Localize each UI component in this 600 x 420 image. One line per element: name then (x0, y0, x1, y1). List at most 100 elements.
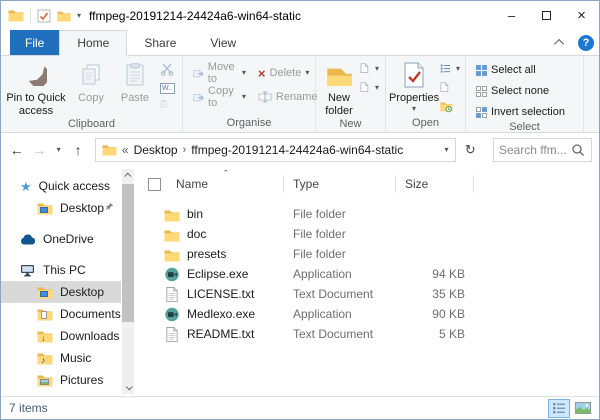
qat-customize-dropdown-icon[interactable]: ▾ (77, 11, 81, 20)
music-folder-icon: ♪ (37, 352, 53, 365)
scroll-up-icon[interactable] (122, 169, 134, 182)
tab-file[interactable]: File (10, 30, 60, 55)
tab-share[interactable]: Share (127, 30, 193, 55)
file-row-eclipse-exe[interactable]: Eclipse.exe Application 94 KB (134, 264, 599, 284)
copy-to-button[interactable]: Copy to ▾ (193, 85, 246, 109)
select-all-button[interactable]: Select all (476, 62, 565, 78)
properties-icon (403, 62, 425, 88)
ribbon-group-clipboard: Pin to Quick access Copy Paste W.. Clipb… (1, 56, 183, 132)
sidebar-item-desktop[interactable]: Desktop (1, 281, 121, 303)
delete-button[interactable]: × Delete ▾ (258, 65, 318, 81)
column-header-size[interactable]: Size (396, 175, 474, 193)
details-view-icon (552, 402, 566, 414)
sidebar-scrollbar[interactable] (122, 169, 134, 394)
address-bar-row: ← → ▾ ↑ « Desktop › ffmpeg-20191214-2442… (1, 133, 599, 166)
new-item-button[interactable]: ▾ (360, 61, 379, 77)
copy-button[interactable]: Copy (69, 56, 113, 105)
ribbon-group-select: Select all Select none Invert selection … (466, 56, 584, 133)
copy-icon (81, 64, 101, 86)
open-button[interactable]: ▾ (440, 61, 460, 77)
item-count: 7 items (9, 401, 48, 415)
tab-home[interactable]: Home (59, 30, 128, 56)
sidebar-item-documents[interactable]: Documents (1, 303, 121, 325)
help-button[interactable]: ? (573, 30, 599, 55)
address-history-dropdown-icon[interactable]: ▾ (444, 145, 448, 154)
scroll-down-icon[interactable] (122, 381, 134, 394)
sidebar-item-downloads[interactable]: ↓ Downloads (1, 325, 121, 347)
sidebar-item-pictures[interactable]: Pictures (1, 369, 121, 391)
qat-properties-icon[interactable] (37, 9, 51, 23)
paste-shortcut-icon (160, 100, 172, 114)
quick-access-star-icon: ★ (20, 178, 32, 194)
easy-access-button[interactable]: ▾ (360, 80, 379, 96)
pin-to-quick-access-button[interactable]: Pin to Quick access (3, 56, 69, 117)
sort-ascending-icon: ˆ (224, 169, 228, 181)
history-button[interactable] (440, 99, 460, 115)
invert-selection-icon (476, 106, 487, 118)
sidebar-item-this-pc[interactable]: This PC (1, 259, 121, 281)
this-pc-icon (20, 264, 36, 277)
main-area: ★ Quick access Desktop OneDrive This PC … (1, 166, 599, 396)
folder-icon (164, 227, 180, 242)
breadcrumb-current-folder[interactable]: ffmpeg-20191214-24424a6-win64-static (191, 143, 403, 157)
column-headers: ˆ Name Type Size (134, 169, 599, 196)
file-row-doc[interactable]: doc File folder (134, 224, 599, 244)
file-list: ˆ Name Type Size bin File folder doc Fil… (134, 166, 599, 396)
recent-locations-dropdown[interactable]: ▾ (53, 145, 65, 154)
minimize-button[interactable]: – (494, 1, 529, 30)
scissors-icon (160, 62, 174, 76)
column-header-name[interactable]: Name (134, 175, 284, 193)
ribbon-tab-bar: File Home Share View ? (1, 30, 599, 56)
sidebar-item-quick-access[interactable]: ★ Quick access (1, 175, 121, 197)
tab-view[interactable]: View (193, 30, 253, 55)
sidebar-item-music[interactable]: ♪ Music (1, 347, 121, 369)
file-row-medlexo-exe[interactable]: Medlexo.exe Application 90 KB (134, 304, 599, 324)
search-icon (571, 143, 585, 157)
desktop-folder-icon (37, 286, 53, 299)
select-all-checkbox[interactable] (148, 177, 161, 191)
sidebar-item-quick-access-desktop[interactable]: Desktop (1, 197, 121, 219)
folder-icon (164, 207, 180, 222)
move-to-button[interactable]: Move to ▾ (193, 61, 246, 85)
back-button[interactable]: ← (8, 142, 25, 158)
breadcrumb-ellipsis[interactable]: « (122, 143, 129, 157)
properties-button[interactable]: Properties ▾ (388, 56, 440, 113)
breadcrumb-desktop[interactable]: Desktop (134, 143, 178, 157)
rename-button[interactable]: Rename (258, 89, 318, 105)
close-button[interactable]: × (564, 1, 599, 30)
new-item-icon (360, 63, 371, 76)
new-folder-button[interactable]: New folder (318, 56, 360, 117)
group-label-organise: Organise (226, 117, 272, 129)
copy-to-icon (193, 90, 204, 104)
paste-shortcut-button[interactable] (160, 99, 175, 115)
file-row-license-txt[interactable]: LICENSE.txt Text Document 35 KB (134, 284, 599, 304)
paste-button[interactable]: Paste (113, 56, 157, 105)
text-document-icon (164, 327, 180, 342)
address-bar[interactable]: « Desktop › ffmpeg-20191214-24424a6-win6… (94, 137, 456, 162)
scrollbar-thumb[interactable] (122, 184, 134, 322)
sidebar-item-onedrive[interactable]: OneDrive (1, 228, 121, 250)
select-all-icon (476, 64, 487, 76)
file-row-readme-txt[interactable]: README.txt Text Document 5 KB (134, 324, 599, 344)
invert-selection-button[interactable]: Invert selection (476, 104, 565, 120)
file-row-bin[interactable]: bin File folder (134, 204, 599, 224)
folder-icon (164, 247, 180, 262)
collapse-ribbon-button[interactable] (547, 30, 573, 55)
up-button[interactable]: ↑ (69, 142, 86, 158)
search-box[interactable] (492, 137, 592, 162)
thumbnails-view-button[interactable] (572, 399, 594, 418)
column-header-type[interactable]: Type (284, 175, 396, 193)
copy-path-button[interactable]: W.. (160, 80, 175, 96)
refresh-button[interactable]: ↻ (461, 142, 480, 158)
status-bar: 7 items (1, 396, 599, 419)
select-none-button[interactable]: Select none (476, 83, 565, 99)
edit-button[interactable] (440, 80, 460, 96)
file-row-presets[interactable]: presets File folder (134, 244, 599, 264)
details-view-button[interactable] (548, 398, 570, 418)
search-input[interactable] (498, 142, 571, 157)
group-label-new: New (339, 118, 362, 131)
maximize-button[interactable] (529, 1, 564, 30)
qat-new-folder-icon[interactable] (57, 10, 71, 22)
cut-button[interactable] (160, 61, 175, 77)
forward-button[interactable]: → (30, 142, 47, 158)
